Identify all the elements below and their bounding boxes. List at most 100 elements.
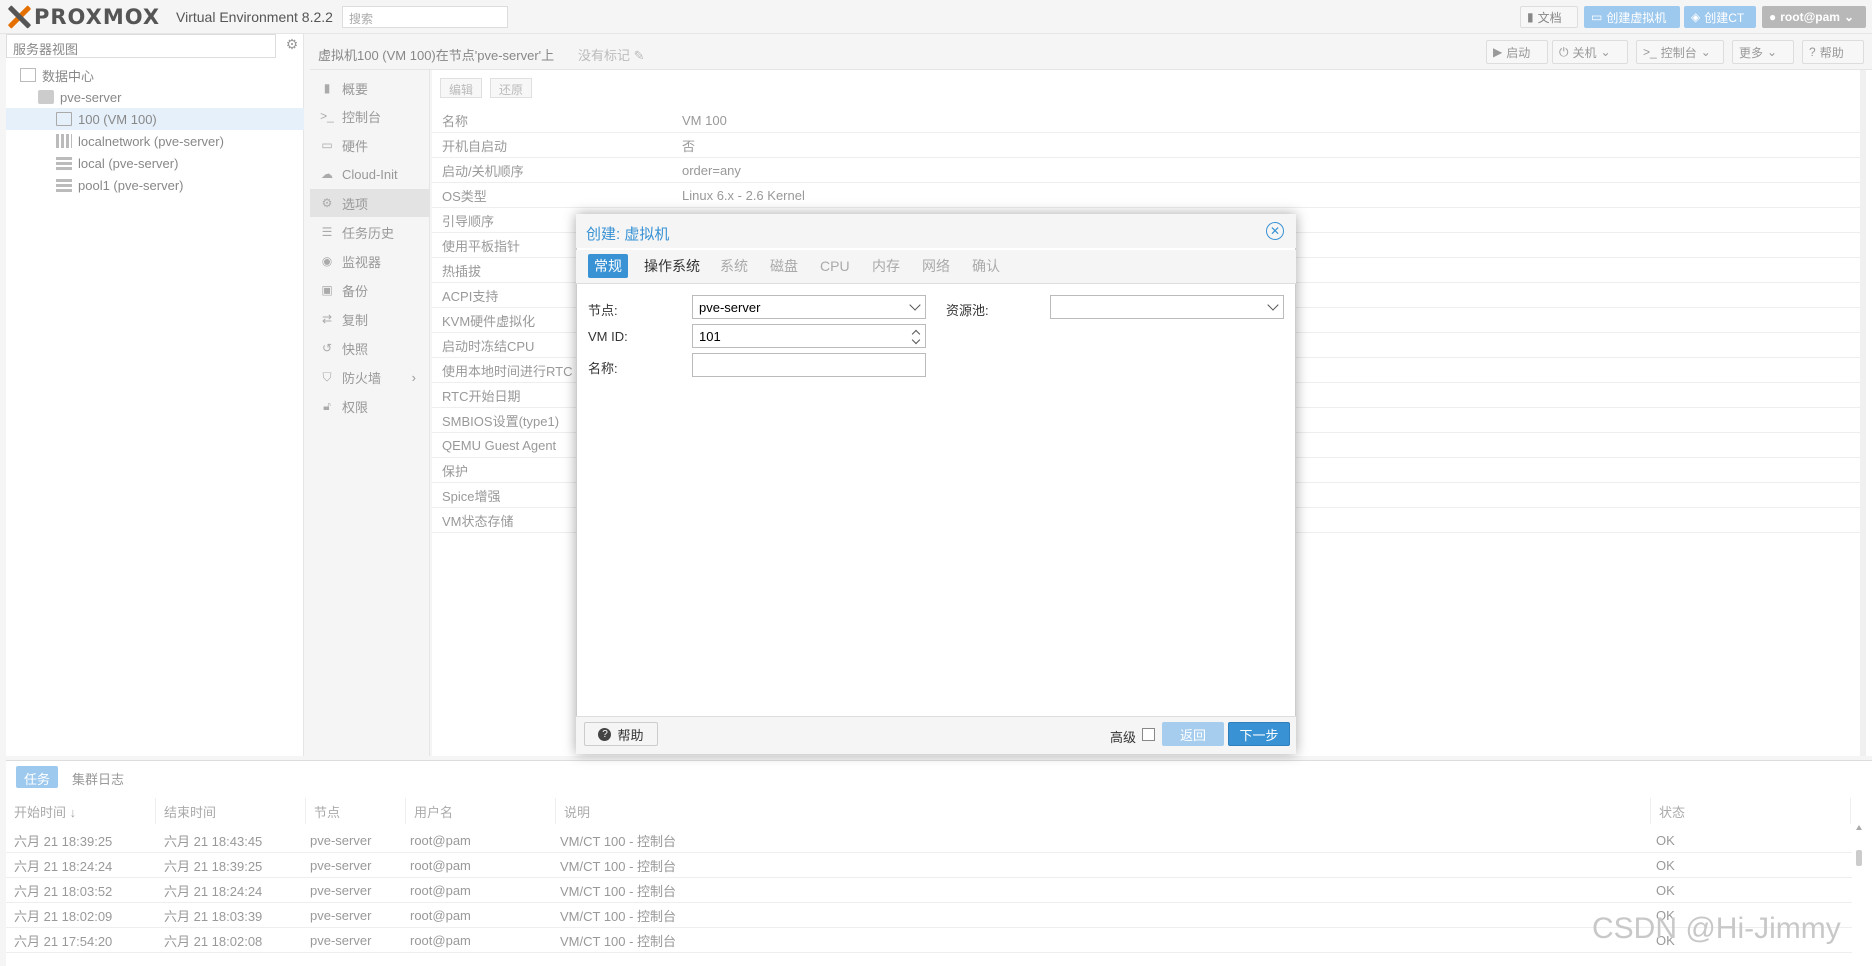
tree-item-local-storage[interactable]: local (pve-server) xyxy=(6,152,304,174)
dialog-help-button[interactable]: ? 帮助 xyxy=(584,722,658,746)
help-button[interactable]: ? 帮助 xyxy=(1802,40,1864,64)
tab-system[interactable]: 系统 xyxy=(714,254,754,278)
task-scrollbar[interactable] xyxy=(1854,824,1864,964)
tree-item-datacenter[interactable]: 数据中心 xyxy=(6,64,304,86)
monitor-icon: ▭ xyxy=(1591,10,1603,24)
tab-cluster-log[interactable]: 集群日志 xyxy=(64,766,132,788)
spinner-icon[interactable] xyxy=(911,329,921,345)
proxmox-logo[interactable]: PROXMOX xyxy=(6,4,160,30)
tree-item-pool1[interactable]: pool1 (pve-server) xyxy=(6,174,304,196)
option-value: VM 100 xyxy=(682,112,727,128)
view-select[interactable]: 服务器视图 xyxy=(6,34,276,58)
col-description[interactable]: 说明 xyxy=(556,798,1651,824)
search-input[interactable]: 搜索 xyxy=(342,6,508,28)
chevron-down-icon xyxy=(1267,299,1279,311)
chevron-down-icon: ⌄ xyxy=(1600,45,1611,59)
table-row[interactable]: 六月 21 18:39:25 六月 21 18:43:45 pve-server ro… xyxy=(6,828,1852,853)
table-cell: 六月 21 18:39:25 xyxy=(14,834,113,849)
network-grid-icon xyxy=(56,134,72,148)
console-button[interactable]: >_ 控制台 ⌄ xyxy=(1636,40,1724,64)
nav-replication[interactable]: ⇄ 复制 xyxy=(310,305,430,333)
table-cell: pve-server xyxy=(310,858,372,873)
nav-task-history[interactable]: ☰ 任务历史 xyxy=(310,218,430,246)
option-row[interactable]: OS类型 Linux 6.x - 2.6 Kernel xyxy=(432,183,1866,208)
table-row[interactable]: 六月 21 18:02:09 六月 21 18:03:39 pve-server ro… xyxy=(6,903,1852,928)
nav-monitor[interactable]: ◉ 监视器 xyxy=(310,247,430,275)
tab-tasks[interactable]: 任务 xyxy=(16,766,59,788)
table-cell: root@pam xyxy=(410,908,471,923)
shutdown-button[interactable]: ⏻ 关机 ⌄ xyxy=(1552,40,1628,64)
name-label: 名称: xyxy=(588,361,618,376)
floppy-icon: ▣ xyxy=(321,283,333,297)
vm-monitor-icon xyxy=(56,112,72,126)
table-cell: OK xyxy=(1656,883,1675,898)
tab-network[interactable]: 网络 xyxy=(916,254,956,278)
col-start-time[interactable]: 开始时间 ↓ xyxy=(6,798,156,824)
col-username[interactable]: 用户名 xyxy=(406,798,556,824)
tree-item-vm100[interactable]: 100 (VM 100) xyxy=(6,108,304,130)
user-icon: ● xyxy=(1769,10,1777,24)
docs-button[interactable]: ▮ 文档 xyxy=(1520,6,1578,28)
table-cell: 六月 21 18:43:45 xyxy=(164,834,263,849)
table-cell: VM/CT 100 - 控制台 xyxy=(560,934,677,949)
tab-cpu[interactable]: CPU xyxy=(814,254,856,278)
nav-snapshot[interactable]: ↺ 快照 xyxy=(310,334,430,362)
table-row[interactable]: 六月 21 17:54:20 六月 21 18:02:08 pve-server ro… xyxy=(6,928,1852,953)
nav-permissions[interactable]: 🔓︎ 权限 xyxy=(310,392,430,420)
col-node[interactable]: 节点 xyxy=(306,798,406,824)
tab-memory[interactable]: 内存 xyxy=(866,254,906,278)
table-cell: root@pam xyxy=(410,933,471,948)
desktop-icon: ▭ xyxy=(321,138,333,152)
nav-hardware[interactable]: ▭ 硬件 xyxy=(310,131,430,159)
more-button[interactable]: 更多 ⌄ xyxy=(1732,40,1794,64)
tab-confirm[interactable]: 确认 xyxy=(966,254,1006,278)
user-menu-button[interactable]: ● root@pam ⌄ xyxy=(1762,6,1866,28)
nav-firewall[interactable]: ⛉ 防火墙 › xyxy=(310,363,430,391)
close-icon[interactable]: ✕ xyxy=(1266,222,1284,240)
table-cell: pve-server xyxy=(310,883,372,898)
option-row[interactable]: 启动/关机顺序 order=any xyxy=(432,158,1866,183)
chevron-down-icon xyxy=(909,299,921,311)
name-input[interactable] xyxy=(692,353,926,377)
chevron-down-icon: ⌄ xyxy=(1843,10,1855,24)
tab-general[interactable]: 常规 xyxy=(588,254,628,278)
cloud-icon: ☁ xyxy=(321,167,333,181)
revert-button[interactable]: 还原 xyxy=(490,78,533,98)
nav-cloudinit[interactable]: ☁ Cloud-Init xyxy=(310,160,430,188)
grid-scrollbar[interactable] xyxy=(1860,70,1866,756)
table-row[interactable]: 六月 21 18:03:52 六月 21 18:24:24 pve-server ro… xyxy=(6,878,1852,903)
option-row[interactable]: 开机自启动 否 xyxy=(432,133,1866,158)
nav-console[interactable]: >_ 控制台 xyxy=(310,102,430,130)
table-cell: 六月 21 18:24:24 xyxy=(14,859,113,874)
advanced-checkbox[interactable] xyxy=(1142,728,1155,741)
nav-backup[interactable]: ▣ 备份 xyxy=(310,276,430,304)
tab-os[interactable]: 操作系统 xyxy=(638,254,706,278)
create-ct-button[interactable]: ◈ 创建CT xyxy=(1684,6,1756,28)
table-row[interactable]: 六月 21 18:24:24 六月 21 18:39:25 pve-server ro… xyxy=(6,853,1852,878)
create-vm-button[interactable]: ▭ 创建虚拟机 xyxy=(1584,6,1680,28)
option-row[interactable]: 名称 VM 100 xyxy=(432,108,1866,133)
option-key: OS类型 xyxy=(442,188,487,204)
node-select[interactable]: pve-server xyxy=(692,295,926,319)
nav-summary[interactable]: ▮ 概要 xyxy=(310,74,430,102)
option-value: Linux 6.x - 2.6 Kernel xyxy=(682,187,805,203)
col-status[interactable]: 状态 xyxy=(1651,798,1851,824)
start-button[interactable]: ▶ 启动 xyxy=(1486,40,1548,64)
gear-icon[interactable]: ⚙ xyxy=(282,36,302,56)
tab-disks[interactable]: 磁盘 xyxy=(764,254,804,278)
col-end-time[interactable]: 结束时间 xyxy=(156,798,306,824)
back-button[interactable]: 返回 xyxy=(1162,722,1224,746)
history-icon: ↺ xyxy=(321,341,333,355)
vmid-input[interactable]: 101 xyxy=(692,324,926,348)
tags-edit[interactable]: 没有标记 ✎ xyxy=(578,45,645,64)
option-key: 名称 xyxy=(442,113,469,129)
tree-item-localnetwork[interactable]: localnetwork (pve-server) xyxy=(6,130,304,152)
pool-select[interactable] xyxy=(1050,295,1284,319)
page-title: 虚拟机100 (VM 100)在节点'pve-server'上 xyxy=(318,48,555,63)
tree-item-node[interactable]: pve-server xyxy=(6,86,304,108)
cube-icon: ◈ xyxy=(1691,10,1701,24)
table-cell: pve-server xyxy=(310,833,372,848)
nav-options[interactable]: ⚙ 选项 xyxy=(310,189,430,217)
next-button[interactable]: 下一步 xyxy=(1228,722,1290,746)
edit-button[interactable]: 编辑 xyxy=(440,78,483,98)
